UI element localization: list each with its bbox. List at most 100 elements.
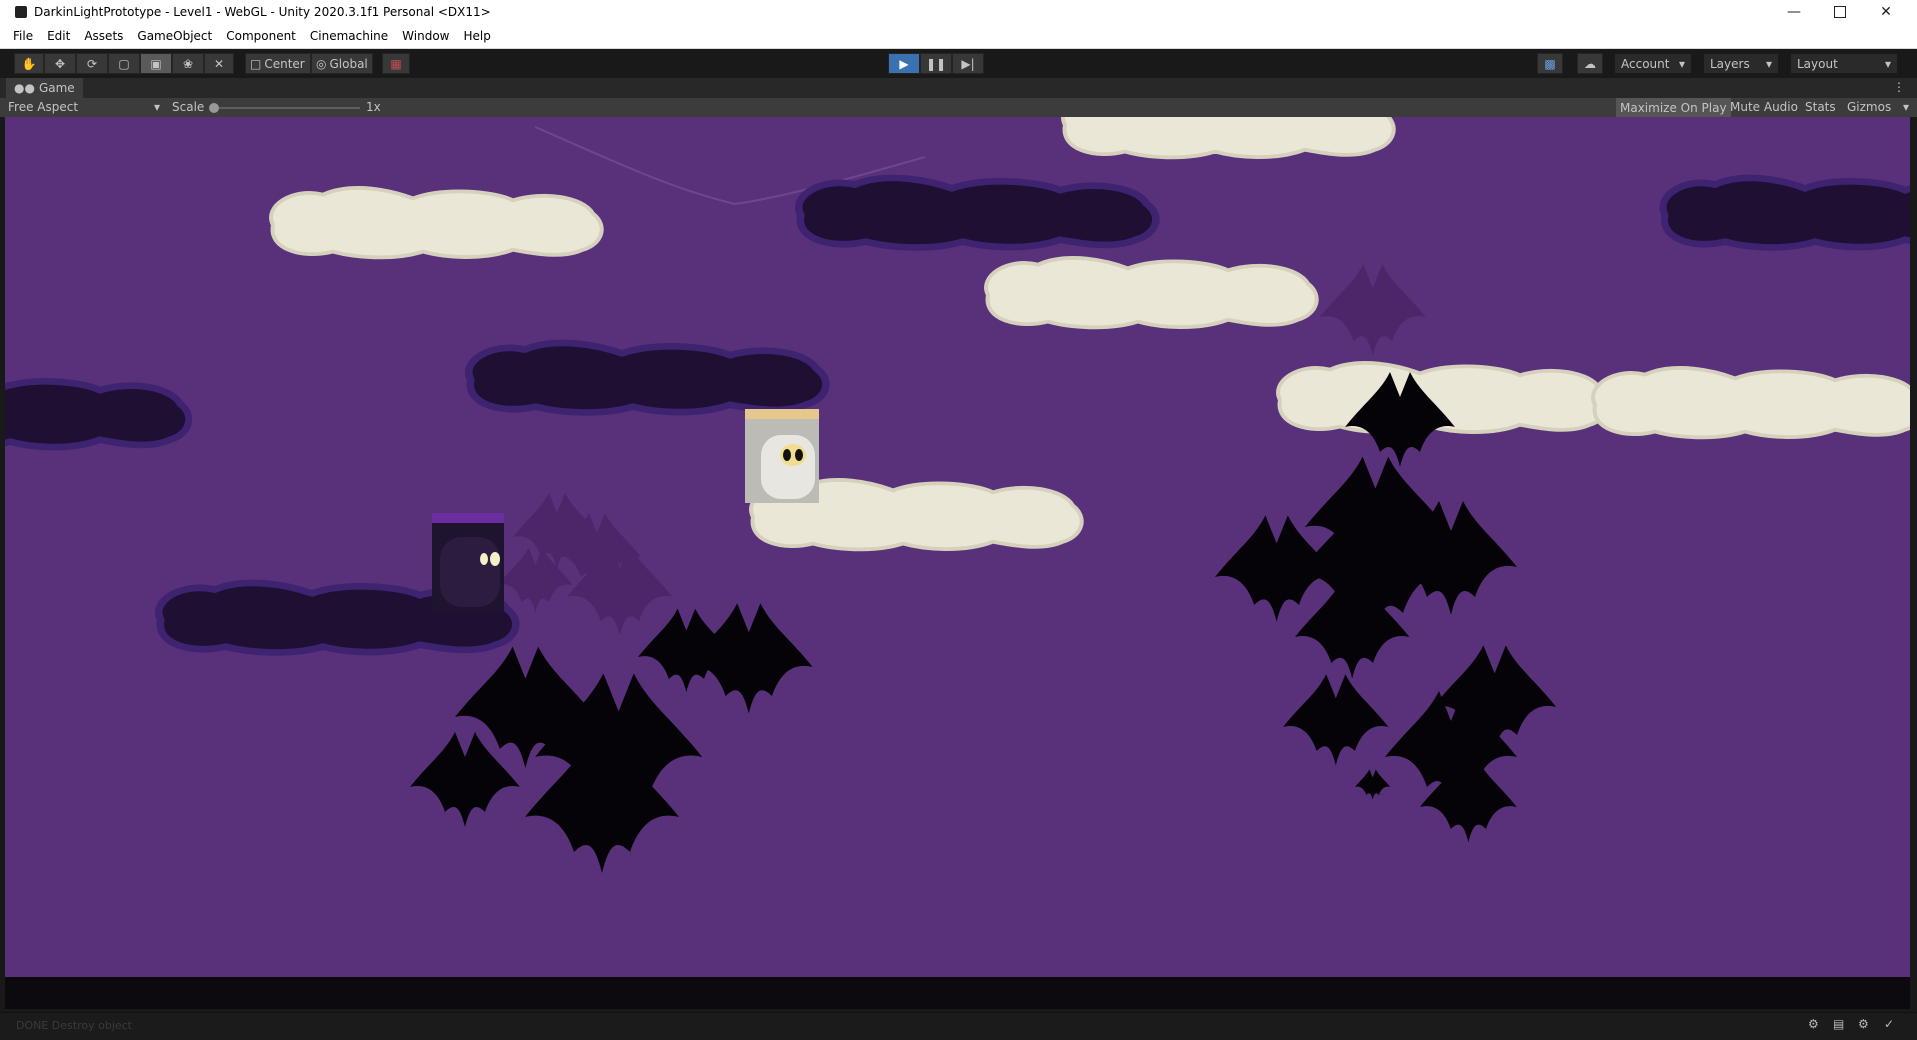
rotate-tool-button[interactable]: ⟳ bbox=[76, 53, 108, 74]
tab-game-label: Game bbox=[38, 81, 75, 95]
chevron-down-icon: ▾ bbox=[1678, 56, 1685, 71]
maximize-on-play-label: Maximize On Play bbox=[1620, 100, 1727, 115]
maximize-icon bbox=[1834, 6, 1846, 18]
minimize-icon: — bbox=[1787, 4, 1801, 20]
stats-toggle[interactable]: Stats bbox=[1805, 100, 1836, 114]
mute-audio-label: Mute Audio bbox=[1730, 100, 1798, 114]
pivot-mode-button[interactable]: □ Center bbox=[245, 53, 311, 74]
light-cloud bbox=[269, 185, 604, 260]
light-player-character bbox=[745, 409, 819, 503]
viewport-letterbox bbox=[5, 977, 1910, 1009]
move-tool-button[interactable]: ✥ bbox=[44, 53, 76, 74]
pivot-label: Center bbox=[264, 56, 305, 71]
status-message[interactable]: DONE Destroy object bbox=[16, 1019, 132, 1032]
scale-tool-button[interactable]: ▢ bbox=[108, 53, 140, 74]
transform-tool-icon: ❀ bbox=[182, 56, 194, 71]
layout-dropdown[interactable]: Layout ▾ bbox=[1790, 53, 1898, 74]
cloud-button[interactable]: ☁ bbox=[1577, 53, 1603, 74]
scale-slider-handle[interactable] bbox=[209, 103, 219, 113]
status-bar: DONE Destroy object ⚙ ▤ ⚙ ✓ bbox=[0, 1012, 1917, 1040]
globe-icon: ◎ bbox=[316, 56, 327, 71]
chevron-down-icon: ▾ bbox=[1884, 56, 1891, 71]
menu-bar: File Edit Assets GameObject Component Ci… bbox=[0, 24, 1917, 49]
account-dropdown[interactable]: Account ▾ bbox=[1614, 53, 1692, 74]
move-tool-icon: ✥ bbox=[54, 56, 66, 71]
step-button[interactable]: ▶| bbox=[952, 53, 984, 74]
layers-dropdown[interactable]: Layers ▾ bbox=[1703, 53, 1779, 74]
gamepad-icon: ●● bbox=[14, 81, 35, 95]
dark-player-character bbox=[432, 513, 504, 611]
chevron-down-icon: ▾ bbox=[153, 100, 160, 114]
chevron-down-icon: ▾ bbox=[1765, 56, 1772, 71]
layers-label: Layers bbox=[1710, 56, 1750, 71]
menu-assets[interactable]: Assets bbox=[77, 29, 130, 43]
rotate-tool-icon: ⟳ bbox=[86, 56, 98, 71]
pause-button[interactable]: ❚❚ bbox=[920, 53, 952, 74]
play-icon: ▶ bbox=[899, 56, 909, 71]
title-bar: DarkinLightPrototype - Level1 - WebGL - … bbox=[0, 0, 1917, 24]
collab-icon: ▩ bbox=[1544, 56, 1556, 71]
pivot-icon: □ bbox=[250, 56, 262, 71]
light-cloud bbox=[984, 255, 1319, 330]
close-button[interactable]: ✕ bbox=[1863, 0, 1909, 24]
pivot-space-button[interactable]: ◎ Global bbox=[311, 53, 373, 74]
aspect-dropdown[interactable]: Free Aspect ▾ bbox=[8, 100, 160, 114]
rect-tool-button[interactable]: ▣ bbox=[140, 53, 172, 74]
minimize-button[interactable]: — bbox=[1771, 0, 1817, 24]
dark-cloud bbox=[799, 178, 1156, 247]
menu-edit[interactable]: Edit bbox=[40, 29, 77, 43]
cache-icon[interactable]: ⚙ bbox=[1858, 1017, 1869, 1031]
debug-icon[interactable]: ⚙ bbox=[1808, 1017, 1819, 1031]
scale-value: 1x bbox=[366, 100, 381, 114]
maximize-button[interactable] bbox=[1817, 0, 1863, 24]
snap-button[interactable]: ▦ bbox=[382, 53, 410, 74]
transform-tool-button[interactable]: ❀ bbox=[172, 53, 204, 74]
hand-tool-button[interactable]: ✋ bbox=[14, 53, 44, 74]
chevron-down-icon: ▾ bbox=[1902, 100, 1909, 114]
scale-tool-icon: ▢ bbox=[118, 56, 130, 71]
game-viewport[interactable] bbox=[5, 117, 1910, 977]
space-label: Global bbox=[329, 56, 368, 71]
menu-help[interactable]: Help bbox=[457, 29, 498, 43]
play-button[interactable]: ▶ bbox=[888, 53, 920, 74]
cloud-icon: ☁ bbox=[1584, 56, 1596, 71]
window-title: DarkinLightPrototype - Level1 - WebGL - … bbox=[34, 5, 491, 19]
game-scene bbox=[5, 117, 1910, 873]
dark-cloud bbox=[5, 378, 189, 447]
menu-file[interactable]: File bbox=[0, 29, 40, 43]
hand-tool-icon: ✋ bbox=[21, 56, 37, 71]
progress-check-icon[interactable]: ✓ bbox=[1884, 1017, 1894, 1031]
light-cloud bbox=[1591, 365, 1910, 440]
menu-cinemachine[interactable]: Cinemachine bbox=[303, 29, 395, 43]
scale-slider[interactable] bbox=[209, 103, 360, 113]
step-icon: ▶| bbox=[961, 56, 975, 71]
stats-label: Stats bbox=[1805, 100, 1836, 114]
collab-button[interactable]: ▩ bbox=[1537, 53, 1563, 74]
menu-component[interactable]: Component bbox=[219, 29, 303, 43]
game-view-toolbar: Free Aspect ▾ Scale 1x Maximize On Play M… bbox=[0, 98, 1917, 117]
close-icon: ✕ bbox=[1880, 4, 1892, 20]
grid-snap-icon: ▦ bbox=[390, 56, 402, 71]
bat-swarm bbox=[410, 372, 1557, 873]
mute-audio-toggle[interactable]: Mute Audio bbox=[1730, 100, 1798, 114]
light-cloud bbox=[1061, 117, 1396, 160]
more-options-icon[interactable]: ⋮ bbox=[1893, 80, 1905, 94]
game-tab-row: ●● Game ⋮ bbox=[0, 78, 1917, 98]
unity-logo-icon bbox=[15, 6, 27, 18]
custom-tool-button[interactable]: ✕ bbox=[204, 53, 234, 74]
gizmos-dropdown[interactable]: Gizmos ▾ bbox=[1847, 100, 1909, 114]
scale-label: Scale bbox=[172, 100, 205, 114]
menu-window[interactable]: Window bbox=[395, 29, 456, 43]
layout-label: Layout bbox=[1797, 56, 1838, 71]
rect-tool-icon: ▣ bbox=[150, 56, 162, 71]
dark-cloud bbox=[469, 343, 826, 412]
dark-cloud bbox=[1663, 178, 1910, 247]
menu-gameobject[interactable]: GameObject bbox=[130, 29, 219, 43]
gizmos-label: Gizmos bbox=[1847, 100, 1892, 114]
custom-tool-icon: ✕ bbox=[213, 56, 225, 71]
main-toolbar: ✋ ✥ ⟳ ▢ ▣ ❀ ✕ □ Center ◎ Global ▦ ▶ ❚❚ ▶| … bbox=[0, 49, 1917, 78]
tab-game[interactable]: ●● Game bbox=[6, 78, 83, 98]
aspect-label: Free Aspect bbox=[8, 100, 79, 114]
maximize-on-play-toggle[interactable]: Maximize On Play bbox=[1616, 98, 1731, 117]
layers-status-icon[interactable]: ▤ bbox=[1833, 1017, 1844, 1031]
